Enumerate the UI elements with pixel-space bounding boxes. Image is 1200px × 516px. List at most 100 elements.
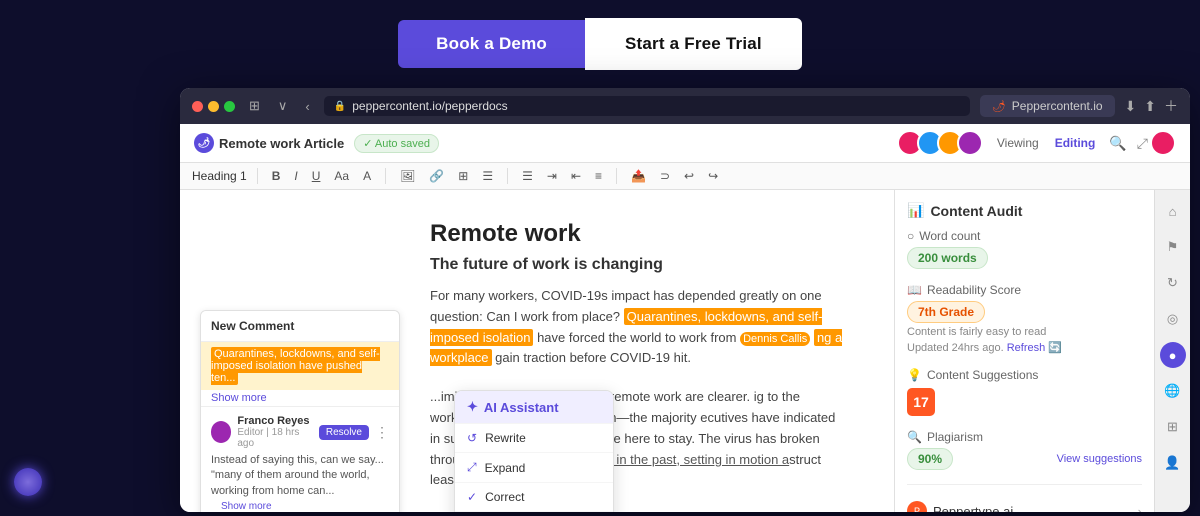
rewrite-icon: ↺	[467, 431, 477, 445]
peppertype-label: Peppertype.ai	[933, 504, 1013, 513]
readability-updated: Updated 24hrs ago. Refresh 🔄	[907, 341, 1142, 354]
right-bar-bell-icon[interactable]: ◎	[1160, 306, 1186, 332]
content-audit-title: 📊 Content Audit	[907, 202, 1142, 219]
right-bar-user-icon[interactable]: 👤	[1160, 450, 1186, 476]
code-btn[interactable]: ☰	[478, 167, 497, 185]
right-bar-flag-icon[interactable]: ⚑	[1160, 234, 1186, 260]
word-count-label: ○ Word count	[907, 229, 1142, 243]
cta-buttons: Book a Demo Start a Free Trial	[0, 0, 1200, 70]
search-icon[interactable]: 🔍	[1109, 135, 1126, 152]
aa-btn[interactable]: Aa	[330, 167, 353, 185]
upload-btn[interactable]: 📤	[627, 167, 650, 185]
pepper-logo-icon: 🌶	[194, 133, 214, 153]
new-tab-icon[interactable]: ＋	[1164, 96, 1178, 116]
address-bar[interactable]: 🔒 peppercontent.io/pepperdocs	[324, 96, 970, 116]
viewing-mode-btn[interactable]: Viewing	[991, 134, 1045, 152]
book-demo-button[interactable]: Book a Demo	[398, 20, 585, 68]
toolbar-separator-1	[257, 168, 258, 184]
comment-panel: New Comment Quarantines, lockdowns, and …	[200, 310, 400, 512]
highlighted-text: Quarantines, lockdowns, and self-imposed…	[211, 347, 380, 385]
back-icon[interactable]: ‹	[301, 97, 313, 116]
right-bar-active-icon[interactable]: ●	[1160, 342, 1186, 368]
plagiarism-metric: 🔍 Plagiarism 90% View suggestions	[907, 430, 1142, 470]
share-btn[interactable]: ⊃	[656, 167, 674, 185]
commenter-avatar	[211, 421, 231, 443]
refresh-link[interactable]: Refresh	[1007, 342, 1046, 354]
peppertype-row[interactable]: P Peppertype.ai ›	[907, 495, 1142, 512]
right-bar-grid-icon[interactable]: ⊞	[1160, 414, 1186, 440]
browser-chrome: ⊞ ∨ ‹ 🔒 peppercontent.io/pepperdocs 🌶 Pe…	[180, 88, 1190, 124]
lock-icon: 🔒	[334, 101, 346, 112]
chevron-down-icon[interactable]: ∨	[274, 96, 292, 116]
editor-body: New Comment Quarantines, lockdowns, and …	[180, 190, 1190, 512]
document-area[interactable]: New Comment Quarantines, lockdowns, and …	[180, 190, 894, 512]
link-btn[interactable]: 🔗	[425, 167, 448, 185]
word-count-icon: ○	[907, 229, 914, 243]
window-layout-icon[interactable]: ⊞	[245, 96, 264, 116]
view-suggestions-link[interactable]: View suggestions	[1057, 453, 1142, 465]
rewrite-label: Rewrite	[485, 431, 526, 445]
underline-btn[interactable]: U	[308, 167, 325, 185]
glow-orb	[14, 468, 42, 496]
download-icon[interactable]: ⬇	[1125, 98, 1137, 115]
plagiarism-label: 🔍 Plagiarism	[907, 430, 1142, 444]
tab-pepper-icon: 🌶	[992, 100, 1006, 113]
outdent-btn[interactable]: ⇤	[567, 167, 585, 185]
comment-item-1: Franco Reyes Editor | 18 hrs ago Resolve…	[201, 406, 399, 512]
expand-icon[interactable]: ⤢	[1137, 135, 1148, 152]
heading-select[interactable]: Heading 1	[192, 169, 247, 183]
redo-btn[interactable]: ↪	[704, 167, 722, 185]
comment-options-icon[interactable]: ⋮	[375, 424, 389, 441]
editor-right-info: Viewing Editing 🔍 ⤢	[897, 130, 1176, 156]
right-bar-globe-icon[interactable]: 🌐	[1160, 378, 1186, 404]
ai-rewrite-item[interactable]: ↺ Rewrite	[455, 423, 613, 452]
audit-icon: 📊	[907, 202, 924, 219]
address-text: peppercontent.io/pepperdocs	[352, 99, 507, 113]
undo-btn[interactable]: ↩	[680, 167, 698, 185]
ai-menu-header: ✦ AI Assistant	[455, 391, 613, 423]
ai-correct-item[interactable]: ✓ Correct	[455, 482, 613, 511]
traffic-lights	[192, 101, 235, 112]
tab-label: Peppercontent.io	[1012, 99, 1103, 113]
show-more-1[interactable]: Show more	[201, 390, 399, 406]
toolbar-separator-4	[616, 168, 617, 184]
readability-icon: 📖	[907, 283, 922, 297]
ai-expand-heading-item[interactable]: ⊞ Expand Heading	[455, 511, 613, 512]
collaborator-avatars	[897, 130, 983, 156]
share-icon[interactable]: ⬆	[1144, 98, 1156, 115]
expand-label: Expand	[485, 461, 526, 475]
editing-mode-btn[interactable]: Editing	[1049, 134, 1102, 152]
list-btn[interactable]: ≡	[591, 167, 606, 185]
image-btn[interactable]: 🖼	[396, 167, 419, 185]
color-btn[interactable]: A	[359, 167, 375, 185]
right-bar-refresh-icon[interactable]: ↻	[1160, 270, 1186, 296]
browser-window: ⊞ ∨ ‹ 🔒 peppercontent.io/pepperdocs 🌶 Pe…	[180, 88, 1190, 512]
maximize-button[interactable]	[224, 101, 235, 112]
ai-star-icon: ✦	[467, 399, 478, 415]
start-trial-button[interactable]: Start a Free Trial	[585, 18, 802, 70]
editor-left-info: 🌶 Remote work Article ✓ Auto saved	[194, 133, 439, 153]
close-button[interactable]	[192, 101, 203, 112]
ai-context-menu: ✦ AI Assistant ↺ Rewrite ⤢ Expand ✓	[454, 390, 614, 512]
ai-menu-title: AI Assistant	[484, 400, 559, 415]
minimize-button[interactable]	[208, 101, 219, 112]
bold-btn[interactable]: B	[268, 167, 285, 185]
show-more-2[interactable]: Show more	[211, 499, 389, 512]
indent-btn[interactable]: ⇥	[543, 167, 561, 185]
right-bar-home-icon[interactable]: ⌂	[1160, 198, 1186, 224]
align-left-btn[interactable]: ☰	[518, 167, 537, 185]
far-right-bar: ⌂ ⚑ ↻ ◎ ● 🌐 ⊞ 👤	[1154, 190, 1190, 512]
suggestions-label: 💡 Content Suggestions	[907, 368, 1142, 382]
dennis-tag: Dennis Callis	[740, 332, 810, 346]
auto-saved-badge: ✓ Auto saved	[354, 134, 439, 153]
browser-tab[interactable]: 🌶 Peppercontent.io	[980, 95, 1115, 117]
table-btn[interactable]: ⊞	[454, 167, 472, 185]
ai-expand-item[interactable]: ⤢ Expand	[455, 452, 613, 482]
italic-btn[interactable]: I	[290, 167, 301, 185]
doc-title-label: Remote work Article	[219, 136, 344, 151]
main-content: 🌶 Remote work Article ✓ Auto saved Viewi…	[180, 124, 1190, 512]
resolve-button[interactable]: Resolve	[319, 425, 369, 440]
avatar-4	[957, 130, 983, 156]
correct-icon: ✓	[467, 490, 477, 504]
chevron-right-icon: ›	[1138, 504, 1142, 513]
